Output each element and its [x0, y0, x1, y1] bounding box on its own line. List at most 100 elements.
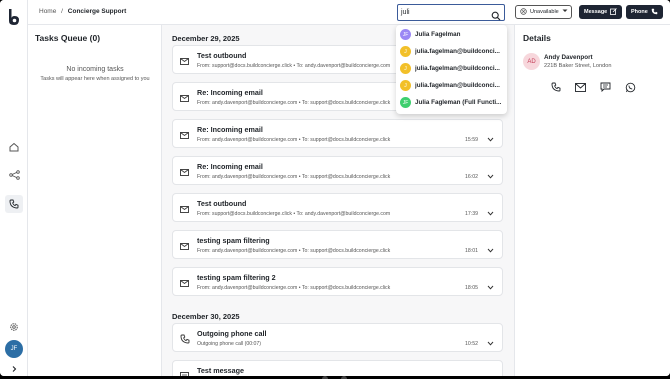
card-meta: From: andy.davenport@buildconcierge.com …: [197, 248, 391, 254]
message-button-label: Message: [584, 9, 608, 15]
expand-chevron-down-icon[interactable]: [487, 166, 494, 184]
card-time: 16:02: [465, 174, 478, 180]
feed-card[interactable]: testing spam filtering From: andy.davenp…: [172, 230, 503, 259]
email-action-icon[interactable]: [574, 81, 586, 93]
search-result-item[interactable]: J julia.fagelman@buildconci...: [400, 60, 504, 77]
card-time: 18:01: [465, 248, 478, 254]
feed-card[interactable]: Test message: [172, 360, 503, 376]
card-meta: From: andy.davenport@buildconcierge.com …: [197, 137, 391, 143]
card-time: 10:52: [465, 341, 478, 347]
result-avatar: JF: [400, 97, 411, 108]
card-meta: From: andy.davenport@buildconcierge.com …: [197, 285, 391, 291]
message-icon: [180, 368, 190, 376]
search-result-item[interactable]: J julia.fagelman@buildconci...: [400, 77, 504, 94]
result-avatar: J: [400, 63, 411, 74]
workflow-icon[interactable]: [7, 168, 21, 182]
email-inbound-icon: [180, 275, 190, 293]
contact-name: Andy Davenport: [544, 54, 593, 61]
email-inbound-icon: [180, 127, 190, 145]
details-title: Details: [523, 33, 551, 43]
contact-address: 221B Baker Street, London: [544, 63, 612, 69]
call-action-icon[interactable]: [550, 81, 562, 93]
card-title: testing spam filtering: [197, 236, 270, 245]
outgoing-call-icon: [180, 331, 190, 349]
search-icon[interactable]: [491, 8, 501, 26]
expand-chevron-down-icon[interactable]: [487, 277, 494, 295]
result-label: julia.fagelman@buildconci...: [415, 48, 500, 55]
breadcrumb-separator: /: [61, 8, 63, 15]
card-title: Re: Incoming email: [197, 162, 263, 171]
email-outbound-icon: [180, 201, 190, 219]
availability-select[interactable]: Unavailable: [515, 5, 572, 19]
tasks-queue-title: Tasks Queue (0): [35, 33, 101, 43]
search-result-item[interactable]: JF Julia Fagleman (Full Functi...: [400, 94, 504, 111]
feed-card[interactable]: Outgoing phone call Outgoing phone call …: [172, 323, 503, 352]
breadcrumb-home[interactable]: Home: [39, 8, 56, 15]
settings-gear-icon[interactable]: [7, 320, 21, 334]
feed-date-header: December 30, 2025: [172, 312, 240, 321]
phone-button[interactable]: Phone: [626, 5, 663, 19]
search-input[interactable]: juli: [397, 4, 505, 21]
email-inbound-icon: [180, 164, 190, 182]
expand-chevron-down-icon[interactable]: [487, 333, 494, 351]
tasks-queue-panel: Tasks Queue (0) No incoming tasks Tasks …: [28, 25, 162, 376]
unavailable-status-icon: [520, 7, 527, 17]
search-value[interactable]: juli: [401, 9, 410, 16]
app-window: JF Home / Concierge Support juli Unavail…: [0, 0, 670, 376]
card-title: testing spam filtering 2: [197, 273, 276, 282]
card-meta: From: andy.davenport@buildconcierge.com …: [197, 174, 391, 180]
search-results-dropdown: JF Julia Fagelman J julia.fagelman@build…: [396, 25, 507, 114]
result-label: Julia Fagelman: [415, 31, 461, 38]
card-meta: From: andy.davenport@buildconcierge.com …: [197, 100, 391, 106]
expand-chevron-down-icon[interactable]: [487, 370, 494, 376]
top-bar: Home / Concierge Support juli Unavailabl…: [28, 0, 670, 25]
contact-avatar: AD: [523, 53, 540, 70]
phone-nav-icon[interactable]: [5, 195, 23, 213]
expand-chevron-down-icon[interactable]: [487, 129, 494, 147]
sms-action-icon[interactable]: [599, 81, 611, 93]
card-title: Outgoing phone call: [197, 329, 267, 338]
card-time: 17:39: [465, 211, 478, 217]
card-title: Test message: [197, 366, 245, 375]
expand-chevron-icon[interactable]: [7, 362, 21, 376]
user-avatar[interactable]: JF: [5, 340, 23, 358]
phone-button-label: Phone: [631, 9, 648, 15]
card-meta: From: support@docs.buildconcierge.click …: [197, 63, 391, 69]
home-icon[interactable]: [7, 140, 21, 154]
card-meta: Outgoing phone call (00:07): [197, 341, 262, 347]
expand-chevron-down-icon[interactable]: [487, 203, 494, 221]
feed-card[interactable]: Re: Incoming email From: andy.davenport@…: [172, 156, 503, 185]
feed-date-header: December 29, 2025: [172, 34, 240, 43]
search-result-item[interactable]: JF Julia Fagelman: [400, 26, 504, 43]
brand-logo-icon[interactable]: [7, 8, 21, 26]
card-title: Re: Incoming email: [197, 125, 263, 134]
chevron-down-icon: [562, 9, 568, 15]
breadcrumb-current: Concierge Support: [67, 8, 127, 15]
queue-empty-subtitle: Tasks will appear here when assigned to …: [40, 76, 150, 82]
email-inbound-icon: [180, 90, 190, 108]
compose-icon: [610, 7, 618, 17]
feed-card[interactable]: Re: Incoming email From: andy.davenport@…: [172, 119, 503, 148]
whatsapp-action-icon[interactable]: [624, 81, 636, 93]
card-time: 15:59: [465, 137, 478, 143]
card-title: Test outbound: [197, 199, 247, 208]
result-label: julia.fagelman@buildconci...: [415, 82, 500, 89]
result-avatar: JF: [400, 29, 411, 40]
card-title: Test outbound: [197, 51, 247, 60]
card-meta: From: support@docs.buildconcierge.click …: [197, 211, 391, 217]
search-result-item[interactable]: J julia.fagelman@buildconci...: [400, 43, 504, 60]
result-label: Julia Fagleman (Full Functi...: [415, 99, 502, 106]
email-inbound-icon: [180, 238, 190, 256]
feed-card[interactable]: Test outbound From: support@docs.buildco…: [172, 193, 503, 222]
details-panel: Details AD Andy Davenport 221B Baker Str…: [514, 25, 670, 376]
message-button[interactable]: Message: [579, 5, 623, 19]
availability-value: Unavailable: [530, 9, 559, 15]
card-time: 18:05: [465, 285, 478, 291]
email-outbound-icon: [180, 53, 190, 71]
phone-icon: [651, 8, 658, 17]
result-label: julia.fagelman@buildconci...: [415, 65, 500, 72]
expand-chevron-down-icon[interactable]: [487, 240, 494, 258]
breadcrumb: Home / Concierge Support: [39, 8, 126, 15]
feed-card[interactable]: testing spam filtering 2 From: andy.dave…: [172, 267, 503, 296]
result-avatar: J: [400, 46, 411, 57]
